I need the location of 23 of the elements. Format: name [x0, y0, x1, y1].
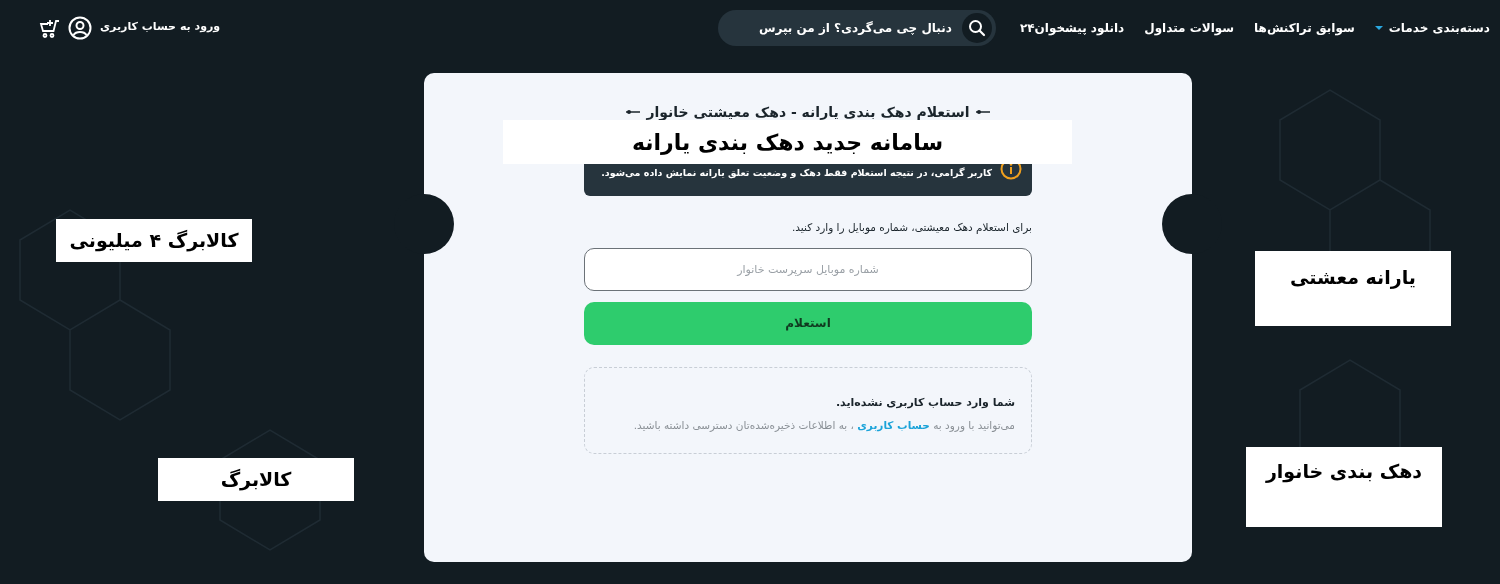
caption-label: سامانه جدید دهک بندی یارانه — [503, 120, 1072, 164]
login-link[interactable]: ورود به حساب کاربری — [100, 19, 221, 36]
dash-ornament-icon — [626, 109, 641, 115]
nav-link[interactable]: سوابق تراکنش‌ها — [1254, 18, 1355, 37]
caret-icon — [1374, 24, 1383, 31]
nav-link[interactable]: دانلود پیشخوان۲۴ — [1019, 18, 1125, 37]
dash-ornament-icon — [975, 109, 990, 115]
caption-label: کالابرگ — [158, 458, 354, 501]
search-field[interactable]: دنبال چی می‌گردی؟ از من بپرس — [717, 9, 996, 46]
nav-link[interactable]: دسته‌بندی خدمات — [1374, 18, 1490, 37]
instruction-text: برای استعلام دهک معیشتی، شماره موبایل را وارد کنید. — [791, 220, 1032, 236]
caption-label: یارانه معشتی — [1255, 251, 1451, 326]
phone-input-field[interactable]: شماره موبایل سرپرست خانوار — [584, 247, 1032, 291]
caption-label: کالابرگ ۴ میلیونی — [56, 219, 252, 262]
search-icon[interactable] — [961, 12, 992, 43]
caption-label: دهک بندی خانوار — [1246, 447, 1442, 527]
login-notice-text: می‌توانید با ورود به حساب کاربری ، به اطلاعات ذخیره‌شده‌تان دسترسی داشته باشید. — [632, 417, 1015, 434]
login-notice-heading: شما وارد حساب کاربری نشده‌اید. — [834, 395, 1015, 412]
card-title: استعلام دهک بندی یارانه - دهک معیشتی خانوار — [646, 102, 970, 122]
user-icon[interactable] — [68, 15, 92, 40]
inquiry-button[interactable]: استعلام — [584, 301, 1032, 345]
notice-text: کاربر گرامی، در نتیجه استعلام فقط دهک و وضعیت تعلق یارانه نمایش داده می‌شود. — [601, 165, 992, 180]
nav-link[interactable]: سوالات متداول — [1144, 18, 1235, 37]
